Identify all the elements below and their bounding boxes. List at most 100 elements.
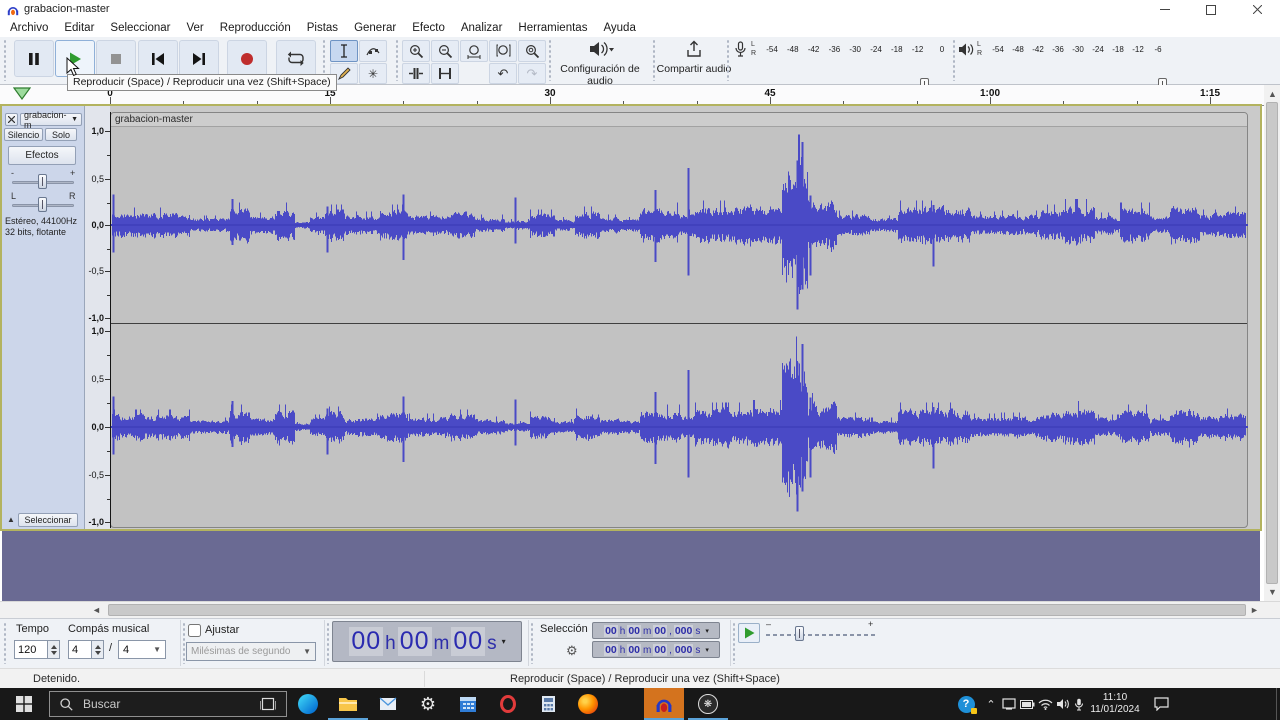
track-collapse-icon[interactable]: ▲ [7,515,15,524]
horizontal-scroll-thumb[interactable] [108,604,1246,616]
menu-item-generar[interactable]: Generar [346,19,404,37]
time-grip[interactable] [326,622,331,664]
speed-slider-handle[interactable] [795,626,804,641]
taskbar-settings-button[interactable]: ⚙ [408,688,448,720]
vertical-scrollbar[interactable]: ▲ ▼ [1264,85,1280,601]
zoom-toggle-button[interactable] [518,40,546,62]
time-signature-grip[interactable] [3,622,8,664]
track-select-button[interactable]: Seleccionar [18,513,78,527]
menu-item-ayuda[interactable]: Ayuda [595,19,643,37]
tray-battery-button[interactable] [1018,688,1036,720]
taskbar-firefox-button[interactable] [568,688,608,720]
timesig-lower-select[interactable]: 4 ▼ [118,640,166,659]
undo-button[interactable]: ↶ [489,63,517,84]
record-button[interactable] [227,40,267,77]
scroll-left-icon[interactable]: ◄ [92,605,101,615]
redo-button[interactable]: ↷ [518,63,546,84]
menu-item-archivo[interactable]: Archivo [2,19,56,37]
taskbar-obs-button[interactable]: ❋ [688,688,728,720]
vertical-scroll-thumb[interactable] [1266,102,1278,584]
scroll-down-icon[interactable]: ▼ [1268,587,1277,597]
loop-region-indicator-icon[interactable] [13,87,31,100]
tempo-input[interactable] [14,640,48,659]
stop-button[interactable] [96,40,136,77]
menu-item-ver[interactable]: Ver [179,19,212,37]
skip-to-end-button[interactable] [179,40,219,77]
menu-item-efecto[interactable]: Efecto [404,19,453,37]
tempo-spinner[interactable] [47,640,60,659]
record-meter-grip[interactable] [726,39,731,81]
multi-tool-button[interactable]: ✳ [359,63,387,84]
taskbar-calculator-button[interactable] [528,688,568,720]
selection-end-field[interactable]: 00 h 00 m 00,000 s ▾ [592,641,720,658]
taskbar-audacity-button[interactable] [644,688,684,720]
audio-setup-button[interactable]: Configuración de audio [552,39,648,82]
trim-outside-selection-button[interactable] [402,63,430,84]
time-display[interactable]: 00 h 00 m 00 s ▾ [332,621,522,662]
envelope-tool-button[interactable] [359,40,387,62]
taskbar-edge-button[interactable] [288,688,328,720]
show-desktop-button[interactable] [1276,688,1280,720]
speed-slider[interactable] [766,634,876,636]
track-name-button[interactable]: grabacion-m ▼ [20,113,82,126]
start-button[interactable] [0,688,48,720]
close-button[interactable] [1234,0,1280,19]
recording-meter[interactable]: L R -54-48-42-36-30-24-18-120 [732,38,950,62]
selection-grip[interactable] [530,622,535,664]
timesig-upper-input[interactable] [68,640,92,659]
scroll-right-icon[interactable]: ► [1250,605,1259,615]
menu-item-herramientas[interactable]: Herramientas [510,19,595,37]
mute-button[interactable]: Silencio [4,128,43,141]
restore-button[interactable] [1188,0,1234,19]
transport-grip[interactable] [3,39,8,81]
edit-grip[interactable] [395,39,400,81]
playback-meter[interactable]: L R -54-48-42-36-30-24-18-12-6 [958,38,1176,62]
tray-expand-button[interactable]: ⌃ [982,688,1000,720]
menu-item-reproducción[interactable]: Reproducción [212,19,299,37]
taskbar-explorer-button[interactable] [328,688,368,720]
skip-to-start-button[interactable] [138,40,178,77]
tray-device-button[interactable] [1000,688,1018,720]
selection-settings-gear-icon[interactable]: ⚙ [566,643,578,659]
selection-start-field[interactable]: 00 h 00 m 00,000 s ▾ [592,622,720,639]
zoom-out-button[interactable] [431,40,459,62]
clip-title[interactable]: grabacion-master [111,113,1247,127]
selection-tool-button[interactable] [330,40,358,62]
minimize-button[interactable] [1142,0,1188,19]
solo-button[interactable]: Solo [45,128,77,141]
zoom-in-button[interactable] [402,40,430,62]
play-speed-grip[interactable] [732,622,737,664]
taskbar-opera-button[interactable] [488,688,528,720]
taskbar-clock[interactable]: 11:10 11/01/2024 [1085,692,1145,716]
trim-icon [408,67,424,80]
menu-item-editar[interactable]: Editar [56,19,102,37]
taskbar-calendar-button[interactable] [448,688,488,720]
action-center-button[interactable] [1148,688,1174,720]
taskbar-mail-button[interactable] [368,688,408,720]
menu-item-analizar[interactable]: Analizar [453,19,511,37]
gain-slider-handle[interactable] [38,174,47,189]
playback-meter-grip[interactable] [952,39,957,81]
snap-mode-select[interactable]: Milésimas de segundo ▼ [186,642,316,661]
search-input[interactable] [81,696,255,712]
tray-help-button[interactable]: ? [952,688,980,720]
scroll-up-icon[interactable]: ▲ [1268,89,1277,99]
snap-checkbox[interactable] [188,624,201,637]
track-close-button[interactable] [5,113,18,126]
horizontal-scrollbar[interactable]: ◄ ► [0,601,1280,618]
loop-button[interactable] [276,40,316,77]
timesig-spinner[interactable] [91,640,104,659]
silence-selection-button[interactable] [431,63,459,84]
pan-slider-handle[interactable] [38,197,47,212]
tray-wifi-button[interactable] [1036,688,1054,720]
menu-item-seleccionar[interactable]: Seleccionar [102,19,178,37]
menu-item-pistas[interactable]: Pistas [299,19,346,37]
pause-button[interactable] [14,40,54,77]
share-audio-button[interactable]: Compartir audio [656,39,732,82]
waveform-clip[interactable] [110,112,1248,528]
zoom-selection-button[interactable] [460,40,488,62]
play-at-speed-button[interactable] [738,623,760,643]
effects-button[interactable]: Efectos [8,146,76,165]
task-view-button[interactable] [248,688,288,720]
zoom-fit-project-button[interactable] [489,40,517,62]
